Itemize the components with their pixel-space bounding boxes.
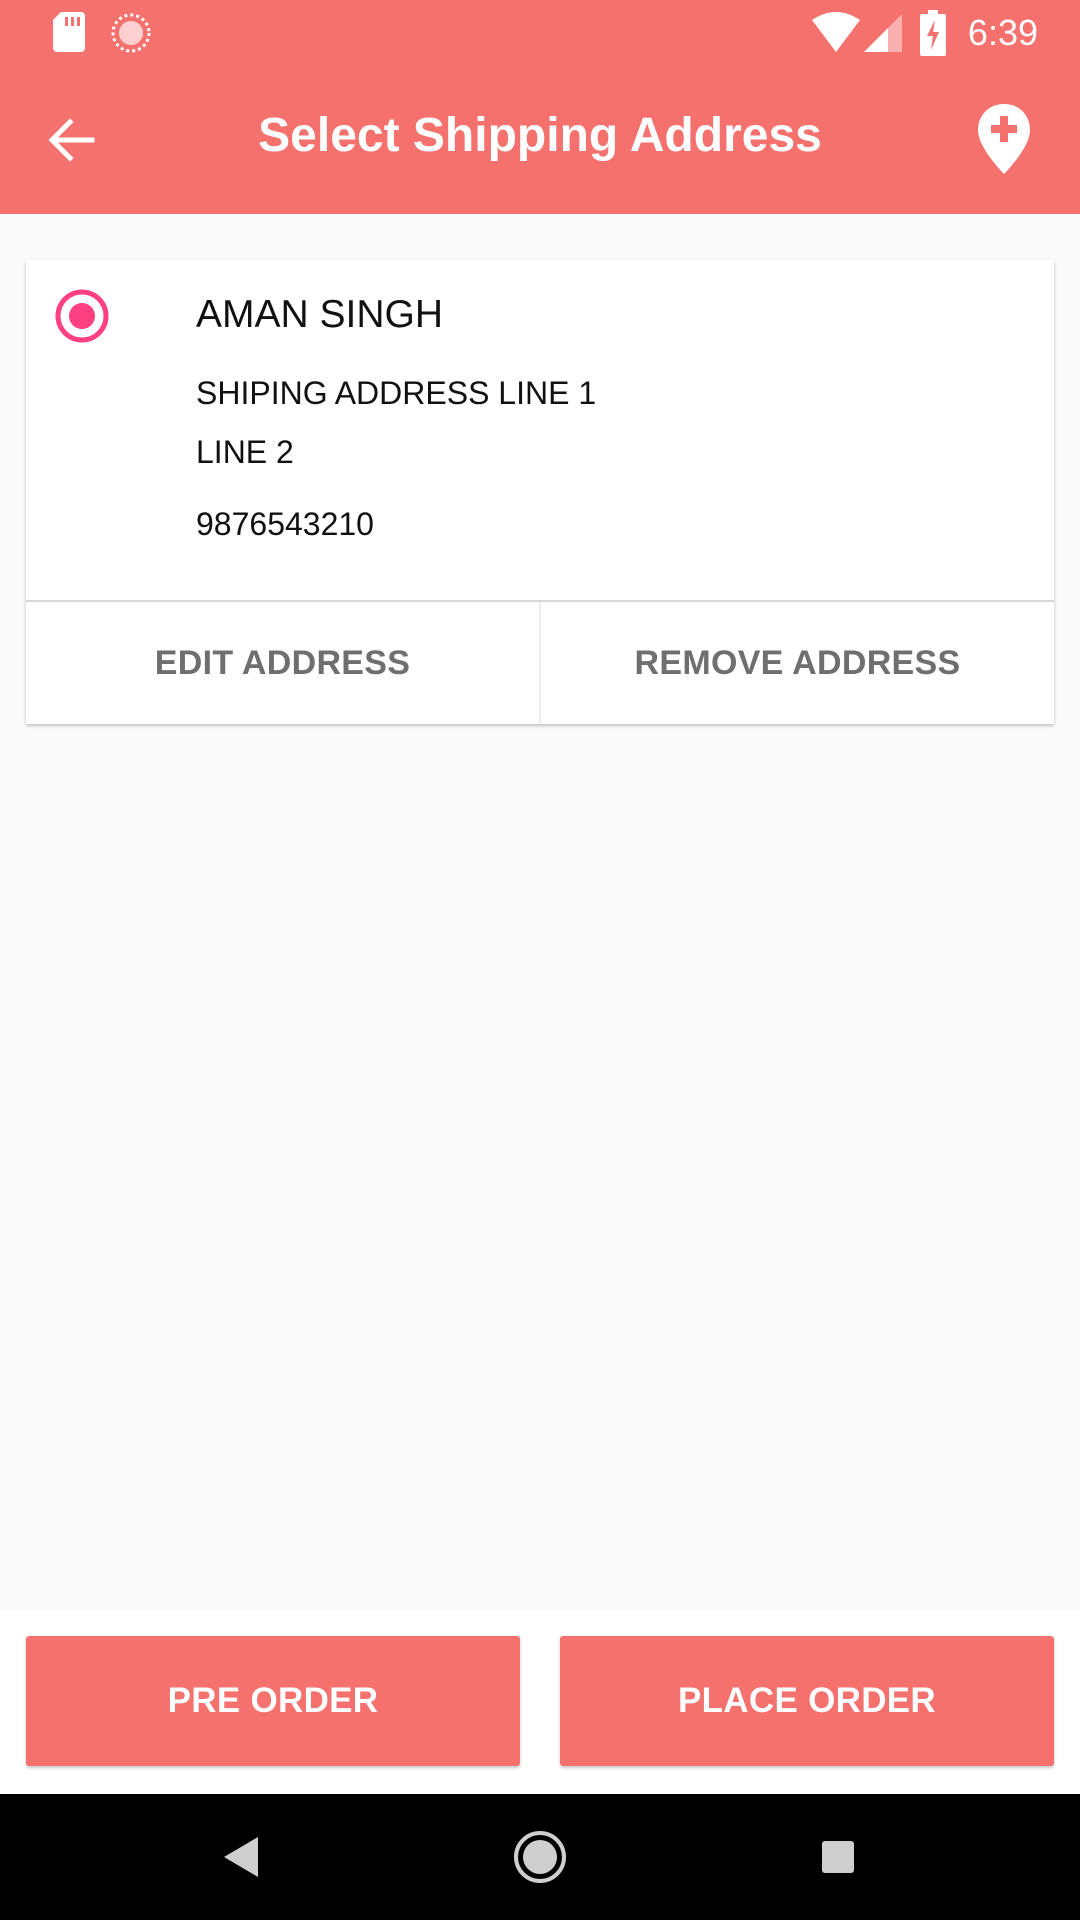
status-time: 6:39: [967, 12, 1038, 53]
battery-charging-icon: [920, 10, 946, 56]
page-title: Select Shipping Address: [258, 109, 822, 162]
place-order-button[interactable]: PLACE ORDER: [560, 1636, 1054, 1766]
nav-home-icon[interactable]: [508, 1825, 572, 1889]
status-bar: 6:39: [0, 0, 1080, 66]
wifi-icon: [812, 12, 860, 52]
signal-icon: [864, 14, 902, 52]
nav-recents-icon[interactable]: [806, 1825, 870, 1889]
nav-back-icon[interactable]: [210, 1825, 274, 1889]
address-line-1: SHIPING ADDRESS LINE 1: [196, 375, 597, 411]
remove-address-button[interactable]: REMOVE ADDRESS: [541, 602, 1054, 724]
address-line-2: LINE 2: [196, 434, 294, 470]
phone-number: 9876543210: [196, 506, 374, 542]
radio-selected-icon[interactable]: [54, 288, 110, 344]
pre-order-button[interactable]: PRE ORDER: [26, 1636, 520, 1766]
address-card: AMAN SINGH SHIPING ADDRESS LINE 1 LINE 2…: [26, 260, 1054, 724]
sync-icon: [111, 13, 151, 53]
system-nav-bar: [0, 1794, 1080, 1920]
sd-card-icon: [53, 12, 85, 52]
app-bar: Select Shipping Address: [0, 66, 1080, 214]
edit-address-button[interactable]: EDIT ADDRESS: [26, 602, 539, 724]
add-location-icon[interactable]: [974, 102, 1034, 176]
recipient-name: AMAN SINGH: [196, 293, 444, 336]
